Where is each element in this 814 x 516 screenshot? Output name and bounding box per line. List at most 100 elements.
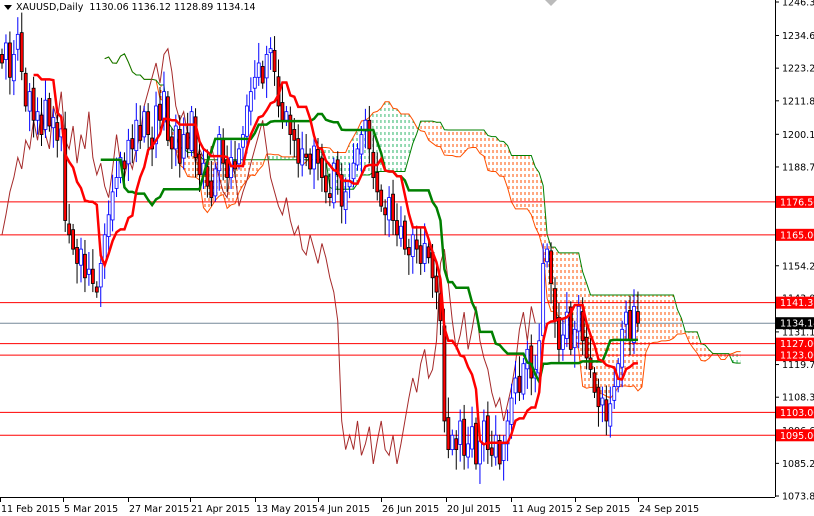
- candle-body: [280, 102, 285, 121]
- candle: [481, 409, 486, 462]
- candle-body: [478, 440, 482, 465]
- level-price-label-text: 1103.00: [780, 408, 814, 419]
- candle-body: [169, 136, 174, 150]
- candle-body: [541, 263, 546, 337]
- candle: [71, 223, 75, 255]
- level-price-label: 1103.00: [776, 406, 814, 419]
- candle-body: [197, 153, 202, 176]
- candle: [525, 340, 530, 389]
- x-tick-label: 13 May 2015: [256, 504, 318, 515]
- candle-body: [138, 125, 143, 141]
- candle-body: [43, 99, 48, 130]
- candle-body: [418, 245, 423, 264]
- cloud-segment: [479, 130, 484, 157]
- candle-body: [15, 33, 20, 50]
- candle: [288, 106, 293, 155]
- candle: [264, 45, 269, 98]
- candle-body: [308, 153, 313, 170]
- candle: [474, 417, 478, 470]
- candle-body: [213, 168, 218, 197]
- candle-body: [628, 310, 632, 342]
- candle: [521, 357, 526, 400]
- current-price-label-text: 1134.14: [780, 319, 814, 330]
- candle-body: [596, 386, 601, 408]
- candle-body: [79, 248, 83, 266]
- candle: [11, 40, 16, 96]
- candle-body: [296, 138, 301, 164]
- cloud-segment: [495, 136, 500, 177]
- candle-body: [529, 345, 534, 379]
- candle-body: [27, 91, 32, 112]
- level-price-label: 1127.00: [776, 337, 814, 350]
- candle-body: [561, 334, 565, 350]
- candle: [454, 430, 459, 470]
- candle: [485, 401, 490, 464]
- candle-body: [126, 139, 131, 165]
- cloud-segment: [487, 135, 492, 172]
- candle-body: [67, 223, 72, 236]
- cloud-segment: [598, 294, 603, 394]
- cloud-segment: [602, 294, 607, 397]
- candle: [106, 200, 111, 251]
- candle-body: [327, 193, 332, 198]
- cloud-segment: [558, 252, 563, 322]
- x-tick-label: 26 Jun 2015: [382, 504, 439, 515]
- candle: [114, 157, 119, 198]
- candle-body: [51, 117, 56, 129]
- candle: [98, 254, 103, 307]
- candle-body: [399, 225, 403, 239]
- candle: [446, 397, 451, 459]
- cloud-segment: [661, 294, 666, 341]
- candle-body: [509, 397, 514, 425]
- cloud-segment: [432, 121, 437, 147]
- candle-body: [632, 306, 636, 343]
- candle: [23, 67, 28, 112]
- candle-body: [426, 246, 431, 259]
- candle: [19, 12, 24, 81]
- dropdown-triangle-icon[interactable]: [4, 5, 12, 10]
- cloud-segment: [736, 351, 741, 364]
- y-tick-label: 1154.20: [782, 261, 814, 272]
- candle: [35, 97, 40, 135]
- candle-body: [23, 72, 28, 107]
- collapse-triangle-icon[interactable]: [545, 0, 557, 6]
- candle-body: [470, 426, 474, 450]
- candle-body: [130, 138, 135, 150]
- candle: [331, 157, 336, 209]
- candle-body: [553, 288, 557, 322]
- candle: [39, 97, 44, 147]
- level-price-label-text: 1141.31: [780, 298, 814, 309]
- cloud-segment: [444, 129, 449, 156]
- candle-body: [323, 175, 328, 193]
- candle-body: [580, 311, 585, 342]
- candle: [126, 128, 131, 181]
- candle: [414, 225, 419, 264]
- candle-body: [272, 49, 277, 72]
- candle-body: [576, 306, 581, 332]
- candle: [517, 356, 522, 401]
- cloud-segment: [472, 130, 476, 148]
- candle: [146, 103, 151, 155]
- candle-body: [588, 357, 593, 370]
- y-tick-label: 1085.20: [782, 459, 814, 470]
- chart-window[interactable]: 1246.30 1234.60 1223.20 1211.80 1200.10 1188.…: [0, 0, 814, 516]
- candle-body: [229, 157, 234, 178]
- candle: [406, 238, 411, 275]
- candle: [252, 60, 257, 100]
- plot-area: [0, 12, 775, 484]
- cloud-segment: [669, 294, 674, 341]
- candle-body: [624, 311, 628, 325]
- y-tick-label: 1119.70: [782, 360, 814, 371]
- candle: [312, 137, 316, 190]
- y-tick-label: 1246.30: [782, 0, 814, 9]
- cloud-segment: [491, 136, 496, 172]
- ohlc-values: 1130.06 1136.12 1128.89 1134.14: [89, 2, 256, 13]
- candle-body: [489, 447, 494, 456]
- candle: [7, 31, 12, 95]
- level-price-label-text: 1176.50: [780, 197, 814, 208]
- candle: [43, 80, 48, 139]
- candle-body: [260, 66, 265, 84]
- candle-body: [71, 229, 75, 250]
- price-chart[interactable]: 1246.30 1234.60 1223.20 1211.80 1200.10 1188.…: [0, 0, 814, 516]
- candle: [102, 223, 107, 279]
